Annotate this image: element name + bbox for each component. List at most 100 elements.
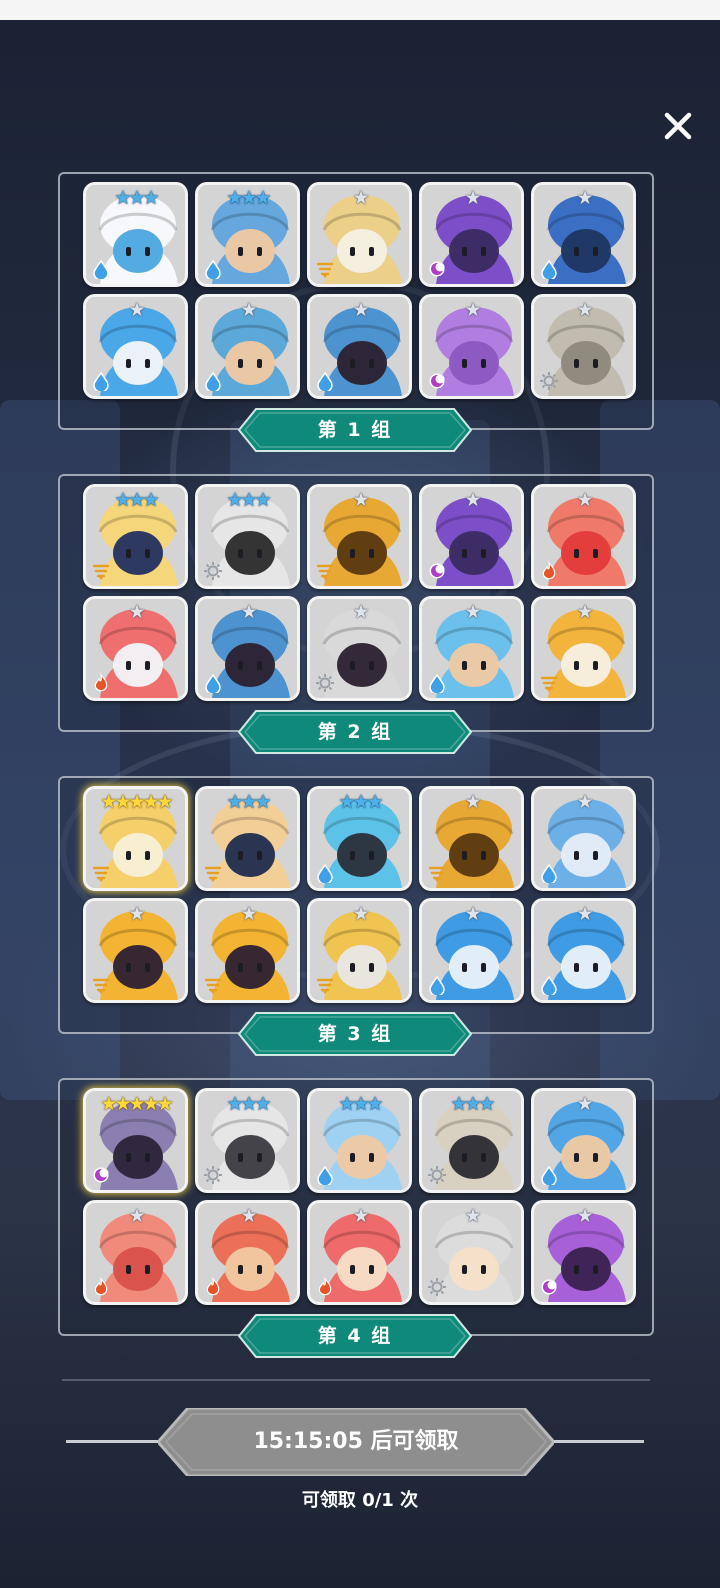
hero-card-blue-cyclops-girl-hero[interactable]: ★	[422, 599, 521, 698]
hero-card-purple-ghost-hero-2[interactable]: ★	[422, 487, 521, 586]
hero-card-tree-stump-hero-2[interactable]: ★	[422, 789, 521, 888]
light-element-icon	[540, 372, 558, 390]
star-rating: ★	[352, 601, 369, 623]
group-label-banner: 第 1 组	[238, 408, 472, 452]
hero-card-blue-hair-hero[interactable]: ★★★	[198, 185, 297, 284]
hero-card-red-knight-hero[interactable]: ★	[198, 1203, 297, 1302]
water-element-icon	[205, 259, 221, 279]
hero-card-red-cat-hero[interactable]: ★	[86, 599, 185, 698]
hero-card-bandaged-boy-hero[interactable]: ★★★	[198, 789, 297, 888]
star-rating: ★	[352, 489, 369, 511]
hero-card-purple-moai-hero[interactable]: ★	[422, 297, 521, 396]
hero-card-yellow-witch-hero-2[interactable]: ★	[198, 901, 297, 1000]
hero-card-blue-cat-hero[interactable]: ★	[86, 297, 185, 396]
hero-card-blue-knight-hero[interactable]: ★	[198, 297, 297, 396]
hero-card-yellow-witch-hero[interactable]: ★	[86, 901, 185, 1000]
star-rating: ★	[576, 187, 593, 209]
hero-card-rabbit-hero[interactable]: ★★★	[86, 185, 185, 284]
hero-card-purple-chest-hero[interactable]: ★	[534, 1203, 633, 1302]
hero-card-tree-stump-hero[interactable]: ★	[310, 487, 409, 586]
hero-card-ice-maiden-hero[interactable]: ★★★	[310, 1091, 409, 1190]
fire-element-icon	[318, 1277, 332, 1296]
star-rating: ★	[576, 601, 593, 623]
water-element-icon	[205, 371, 221, 391]
hero-card-blonde-masked-hero[interactable]: ★★★	[86, 487, 185, 586]
hero-group-3: ★★★★★ ★★★ ★★★ ★ ★ ★ ★ ★ ★ ★	[58, 776, 654, 1034]
wind-element-icon	[92, 866, 110, 882]
wind-element-icon	[428, 866, 446, 882]
star-rating: ★	[128, 299, 145, 321]
hero-card-cyan-bird-hero[interactable]: ★★★	[310, 789, 409, 888]
star-rating: ★★★	[114, 489, 159, 511]
star-rating: ★★★	[114, 187, 159, 209]
star-rating: ★	[352, 903, 369, 925]
hero-card-white-witch-hero[interactable]: ★	[310, 599, 409, 698]
timer-line-right	[552, 1440, 644, 1443]
star-rating: ★	[464, 903, 481, 925]
water-element-icon	[93, 371, 109, 391]
hero-card-cloud-ghost-hero[interactable]: ★	[534, 789, 633, 888]
star-rating: ★	[128, 1205, 145, 1227]
star-rating: ★	[128, 601, 145, 623]
wind-element-icon	[540, 676, 558, 692]
group-label-banner: 第 3 组	[238, 1012, 472, 1056]
close-button[interactable]	[660, 108, 696, 144]
light-element-icon	[428, 1278, 446, 1296]
hero-card-ice-dragon-hero-2[interactable]: ★	[534, 901, 633, 1000]
star-rating: ★	[464, 1205, 481, 1227]
hero-card-blue-witch-hero[interactable]: ★	[310, 297, 409, 396]
star-rating: ★	[240, 299, 257, 321]
star-rating: ★	[240, 903, 257, 925]
hero-card-white-horned-hero[interactable]: ★	[422, 1203, 521, 1302]
status-bar	[0, 0, 720, 20]
star-rating: ★	[464, 791, 481, 813]
star-rating: ★★★	[338, 1093, 383, 1115]
light-element-icon	[428, 1166, 446, 1184]
hero-group-2: ★★★ ★★★ ★ ★ ★ ★ ★ ★ ★ ★	[58, 474, 654, 732]
star-rating: ★	[128, 903, 145, 925]
hero-group-4: ★★★★★ ★★★ ★★★ ★★★ ★ ★ ★ ★ ★ ★	[58, 1078, 654, 1336]
hero-card-white-wolf-hero[interactable]: ★★★	[198, 1091, 297, 1190]
wind-element-icon	[204, 978, 222, 994]
hero-card-eye-totem-hero[interactable]: ★★★	[422, 1091, 521, 1190]
hero-card-bandaged-hero[interactable]: ★	[310, 185, 409, 284]
hero-group-1: ★★★ ★★★ ★ ★ ★ ★ ★ ★ ★ ★	[58, 172, 654, 430]
water-element-icon	[93, 259, 109, 279]
water-element-icon	[317, 863, 333, 883]
star-rating: ★	[464, 489, 481, 511]
group-label: 第 3 组	[317, 1023, 393, 1045]
claim-timer-button[interactable]: 15:15:05 后可领取	[158, 1408, 554, 1476]
group-label: 第 1 组	[317, 419, 393, 441]
hero-card-golden-priestess-hero[interactable]: ★★★★★	[86, 789, 185, 888]
hero-card-red-horned-hero[interactable]: ★	[310, 1203, 409, 1302]
hero-card-purple-ghost-hero[interactable]: ★	[422, 185, 521, 284]
hero-card-dark-knight-hero[interactable]: ★★★★★	[86, 1091, 185, 1190]
hero-card-ice-dragon-hero[interactable]: ★	[422, 901, 521, 1000]
fire-element-icon	[206, 1277, 220, 1296]
hero-card-winged-knight-hero[interactable]: ★	[310, 901, 409, 1000]
hero-card-blue-skull-hero[interactable]: ★	[534, 185, 633, 284]
hero-card-blue-witch-hero-2[interactable]: ★	[198, 599, 297, 698]
hero-card-bone-totem-hero[interactable]: ★	[534, 297, 633, 396]
group-label-banner: 第 2 组	[238, 710, 472, 754]
star-rating: ★	[576, 299, 593, 321]
hero-card-red-shell-hero[interactable]: ★	[86, 1203, 185, 1302]
claim-timer-label: 15:15:05 后可领取	[253, 1429, 459, 1454]
hero-card-red-bow-hero[interactable]: ★	[534, 487, 633, 586]
hero-card-blue-bow-hero[interactable]: ★	[534, 1091, 633, 1190]
dark-element-icon	[93, 1167, 109, 1183]
star-rating: ★	[576, 1093, 593, 1115]
star-rating: ★★★	[338, 791, 383, 813]
wind-element-icon	[316, 564, 334, 580]
water-element-icon	[429, 975, 445, 995]
hero-card-mummy-hero[interactable]: ★★★	[198, 487, 297, 586]
light-element-icon	[316, 674, 334, 692]
star-rating: ★★★	[226, 187, 271, 209]
water-element-icon	[317, 371, 333, 391]
hero-card-orange-pirate-hero[interactable]: ★	[534, 599, 633, 698]
star-rating: ★	[352, 299, 369, 321]
star-rating: ★	[464, 187, 481, 209]
dark-element-icon	[429, 563, 445, 579]
star-rating: ★	[352, 187, 369, 209]
group-label: 第 2 组	[317, 721, 393, 743]
